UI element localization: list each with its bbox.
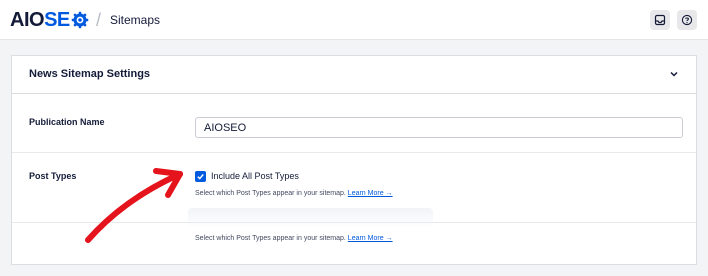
post-types-help-2: Select which Post Types appear in your s… bbox=[195, 235, 393, 242]
inbox-icon bbox=[654, 14, 666, 26]
fade-overlay bbox=[188, 208, 433, 228]
aioseo-logo[interactable]: AIO SE bbox=[10, 9, 89, 31]
row-divider bbox=[12, 152, 696, 153]
help-icon bbox=[681, 14, 693, 26]
publication-name-label: Publication Name bbox=[29, 117, 105, 127]
include-all-post-types-checkbox[interactable] bbox=[195, 171, 206, 182]
inbox-button[interactable] bbox=[650, 10, 670, 30]
logo-gear-icon bbox=[71, 11, 89, 29]
checkmark-icon bbox=[197, 174, 204, 180]
top-bar: AIO SE / Sitemaps bbox=[0, 0, 708, 40]
post-types-label: Post Types bbox=[29, 171, 77, 181]
card-header[interactable]: News Sitemap Settings bbox=[12, 56, 696, 94]
logo-text-aio: AIO bbox=[10, 8, 45, 31]
learn-more-link-2[interactable]: Learn More → bbox=[348, 235, 393, 242]
breadcrumb-separator: / bbox=[96, 10, 102, 30]
publication-name-input[interactable] bbox=[195, 117, 683, 138]
logo-text-se: SE bbox=[44, 8, 70, 31]
breadcrumb[interactable]: Sitemaps bbox=[110, 13, 160, 27]
post-types-help: Select which Post Types appear in your s… bbox=[195, 190, 393, 197]
learn-more-link[interactable]: Learn More → bbox=[348, 190, 393, 197]
help-text: Select which Post Types appear in your s… bbox=[195, 190, 346, 197]
help-button[interactable] bbox=[677, 10, 697, 30]
card-title: News Sitemap Settings bbox=[29, 68, 151, 80]
help-text-2: Select which Post Types appear in your s… bbox=[195, 235, 346, 242]
chevron-down-icon[interactable] bbox=[668, 68, 680, 80]
include-all-post-types-label[interactable]: Include All Post Types bbox=[211, 171, 299, 181]
annotation-arrow bbox=[85, 168, 183, 243]
